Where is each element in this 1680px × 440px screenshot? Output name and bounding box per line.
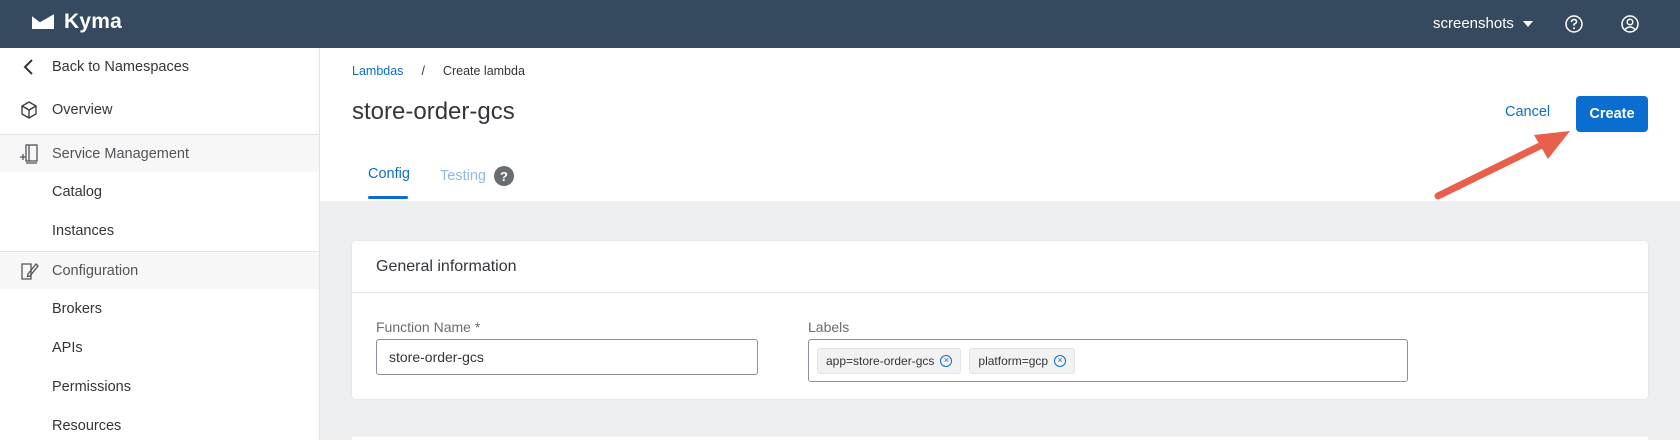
panel-heading: General information	[352, 241, 1648, 293]
label-token[interactable]: platform=gcp ×	[969, 347, 1076, 374]
function-name-label: Function Name *	[376, 319, 481, 335]
active-tab-indicator	[368, 196, 408, 199]
sidebar-item-overview[interactable]: Overview	[0, 91, 319, 129]
kyma-logo[interactable]: Kyma	[30, 10, 122, 34]
breadcrumb-current: Create lambda	[442, 64, 525, 78]
sidebar-item-permissions[interactable]: Permissions	[0, 368, 319, 406]
service-management-icon	[18, 143, 40, 165]
cancel-button[interactable]: Cancel	[1505, 104, 1550, 120]
tab-testing[interactable]: Testing ?	[440, 166, 514, 186]
label-token-text: app=store-order-gcs	[826, 353, 935, 368]
label-token-text: platform=gcp	[978, 353, 1049, 368]
instances-label: Instances	[52, 223, 115, 239]
namespace-label: screenshots	[1433, 15, 1514, 32]
labels-input[interactable]: app=store-order-gcs × platform=gcp ×	[808, 339, 1408, 382]
tab-testing-label: Testing	[440, 168, 486, 184]
remove-circle-icon[interactable]: ×	[940, 354, 953, 367]
annotation-arrow-icon	[1434, 131, 1570, 200]
label-token[interactable]: app=store-order-gcs ×	[817, 347, 962, 374]
service-management-label: Service Management	[52, 145, 190, 162]
namespace-selector[interactable]: screenshots	[1433, 15, 1533, 32]
question-icon[interactable]: ?	[493, 166, 514, 186]
back-label: Back to Namespaces	[52, 59, 190, 75]
sidebar-item-catalog[interactable]: Catalog	[0, 173, 319, 211]
caret-down-icon	[1522, 20, 1533, 27]
breadcrumb: Lambdas / Create lambda	[352, 64, 525, 78]
configuration-label: Configuration	[52, 262, 139, 279]
permissions-label: Permissions	[52, 379, 131, 395]
sidebar-item-apis[interactable]: APIs	[0, 329, 319, 367]
question-circle-icon[interactable]	[1564, 14, 1584, 34]
resources-label: Resources	[52, 418, 122, 434]
edit-document-icon	[18, 260, 40, 282]
function-name-input[interactable]: store-order-gcs	[376, 339, 758, 375]
tab-config[interactable]: Config	[368, 166, 410, 182]
shell-bar: Kyma screenshots	[0, 0, 1680, 48]
sidebar-group-configuration[interactable]: Configuration	[0, 251, 319, 289]
sidebar-item-resources[interactable]: Resources	[0, 407, 319, 440]
cube-icon	[18, 99, 40, 121]
labels-label: Labels	[808, 319, 850, 335]
content-area: General information Function Name * stor…	[320, 201, 1680, 440]
user-circle-icon[interactable]	[1620, 14, 1640, 34]
brand-name: Kyma	[64, 10, 122, 33]
brokers-label: Brokers	[52, 301, 102, 317]
page-title: store-order-gcs	[352, 98, 515, 125]
back-to-namespaces[interactable]: Back to Namespaces	[0, 48, 319, 86]
sidebar-group-service-management[interactable]: Service Management	[0, 134, 319, 172]
sidebar: Back to Namespaces Overview Service Mana…	[0, 48, 320, 440]
overview-label: Overview	[52, 102, 113, 118]
sidebar-item-instances[interactable]: Instances	[0, 212, 319, 250]
kyma-logo-icon	[31, 12, 55, 29]
sidebar-item-brokers[interactable]: Brokers	[0, 290, 319, 328]
main-area: Lambdas / Create lambda store-order-gcs …	[320, 48, 1680, 440]
catalog-label: Catalog	[52, 184, 102, 200]
breadcrumb-separator: /	[421, 64, 425, 78]
remove-circle-icon[interactable]: ×	[1054, 354, 1067, 367]
general-information-panel: General information Function Name * stor…	[352, 241, 1648, 399]
create-button[interactable]: Create	[1576, 96, 1648, 132]
breadcrumb-lambdas[interactable]: Lambdas	[352, 64, 403, 78]
chevron-left-icon	[18, 56, 40, 78]
apis-label: APIs	[52, 340, 83, 356]
